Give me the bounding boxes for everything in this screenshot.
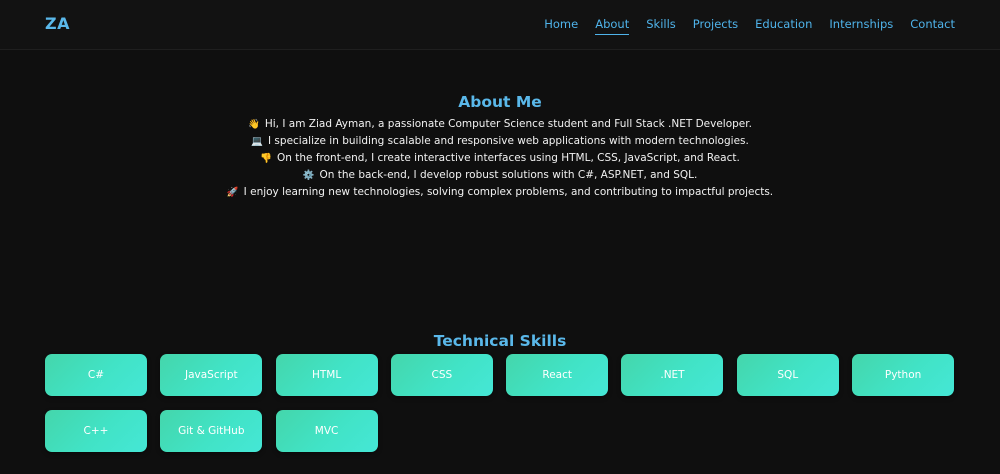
about-section: About Me 👋 Hi, I am Ziad Ayman, a passion… — [0, 93, 1000, 201]
skill-card-html[interactable]: HTML — [275, 354, 378, 396]
thumbs-down-icon: 👎 — [260, 153, 273, 164]
about-line-backend: ⚙️ On the back-end, I develop robust solu… — [0, 167, 1000, 184]
skill-card-javascript[interactable]: JavaScript — [160, 354, 263, 396]
nav-link-contact[interactable]: Contact — [910, 17, 955, 35]
waving-hand-icon: 👋 — [248, 119, 260, 130]
about-line-text: I enjoy learning new technologies, solvi… — [243, 186, 774, 198]
skill-card-sql[interactable]: SQL — [736, 354, 839, 396]
skill-card-python[interactable]: Python — [852, 354, 955, 396]
nav-link-education[interactable]: Education — [755, 17, 812, 35]
about-line-intro: 👋 Hi, I am Ziad Ayman, a passionate Compu… — [0, 116, 1000, 133]
about-line-text: I specialize in building scalable and re… — [268, 135, 749, 147]
nav-link-home[interactable]: Home — [544, 17, 578, 35]
about-line-text: On the front-end, I create interactive i… — [277, 152, 740, 164]
about-line-learning: 🚀 I enjoy learning new technologies, solv… — [0, 184, 1000, 201]
skill-card-git[interactable]: Git & GitHub — [160, 410, 263, 452]
site-logo[interactable]: ZA — [45, 14, 70, 33]
gear-icon: ⚙️ — [302, 170, 315, 181]
skill-card-cpp[interactable]: C++ — [45, 410, 147, 452]
skill-card-csharp[interactable]: C# — [45, 354, 147, 396]
navbar: ZA Home About Skills Projects Education … — [0, 0, 1000, 50]
skill-card-react[interactable]: React — [506, 354, 609, 396]
skill-card-mvc[interactable]: MVC — [275, 410, 378, 452]
about-title: About Me — [458, 93, 542, 111]
about-line-frontend: 👎 On the front-end, I create interactive … — [0, 150, 1000, 167]
skill-card-dotnet[interactable]: .NET — [621, 354, 724, 396]
nav-link-skills[interactable]: Skills — [646, 17, 676, 35]
nav-link-about[interactable]: About — [595, 17, 630, 35]
skill-card-css[interactable]: CSS — [390, 354, 493, 396]
about-line-text: Hi, I am Ziad Ayman, a passionate Comput… — [264, 118, 752, 130]
about-line-specialize: 💻 I specialize in building scalable and r… — [0, 133, 1000, 150]
about-line-text: On the back-end, I develop robust soluti… — [319, 169, 698, 181]
nav-link-internships[interactable]: Internships — [829, 17, 893, 35]
skills-grid: C# JavaScript HTML CSS React .NET SQL Py… — [45, 354, 955, 452]
rocket-icon: 🚀 — [226, 187, 239, 198]
skills-title: Technical Skills — [433, 332, 567, 350]
nav-link-projects[interactable]: Projects — [693, 17, 738, 35]
laptop-icon: 💻 — [251, 136, 263, 147]
skills-section: Technical Skills C# JavaScript HTML CSS … — [0, 332, 1000, 452]
nav-links: Home About Skills Projects Education Int… — [544, 17, 955, 35]
